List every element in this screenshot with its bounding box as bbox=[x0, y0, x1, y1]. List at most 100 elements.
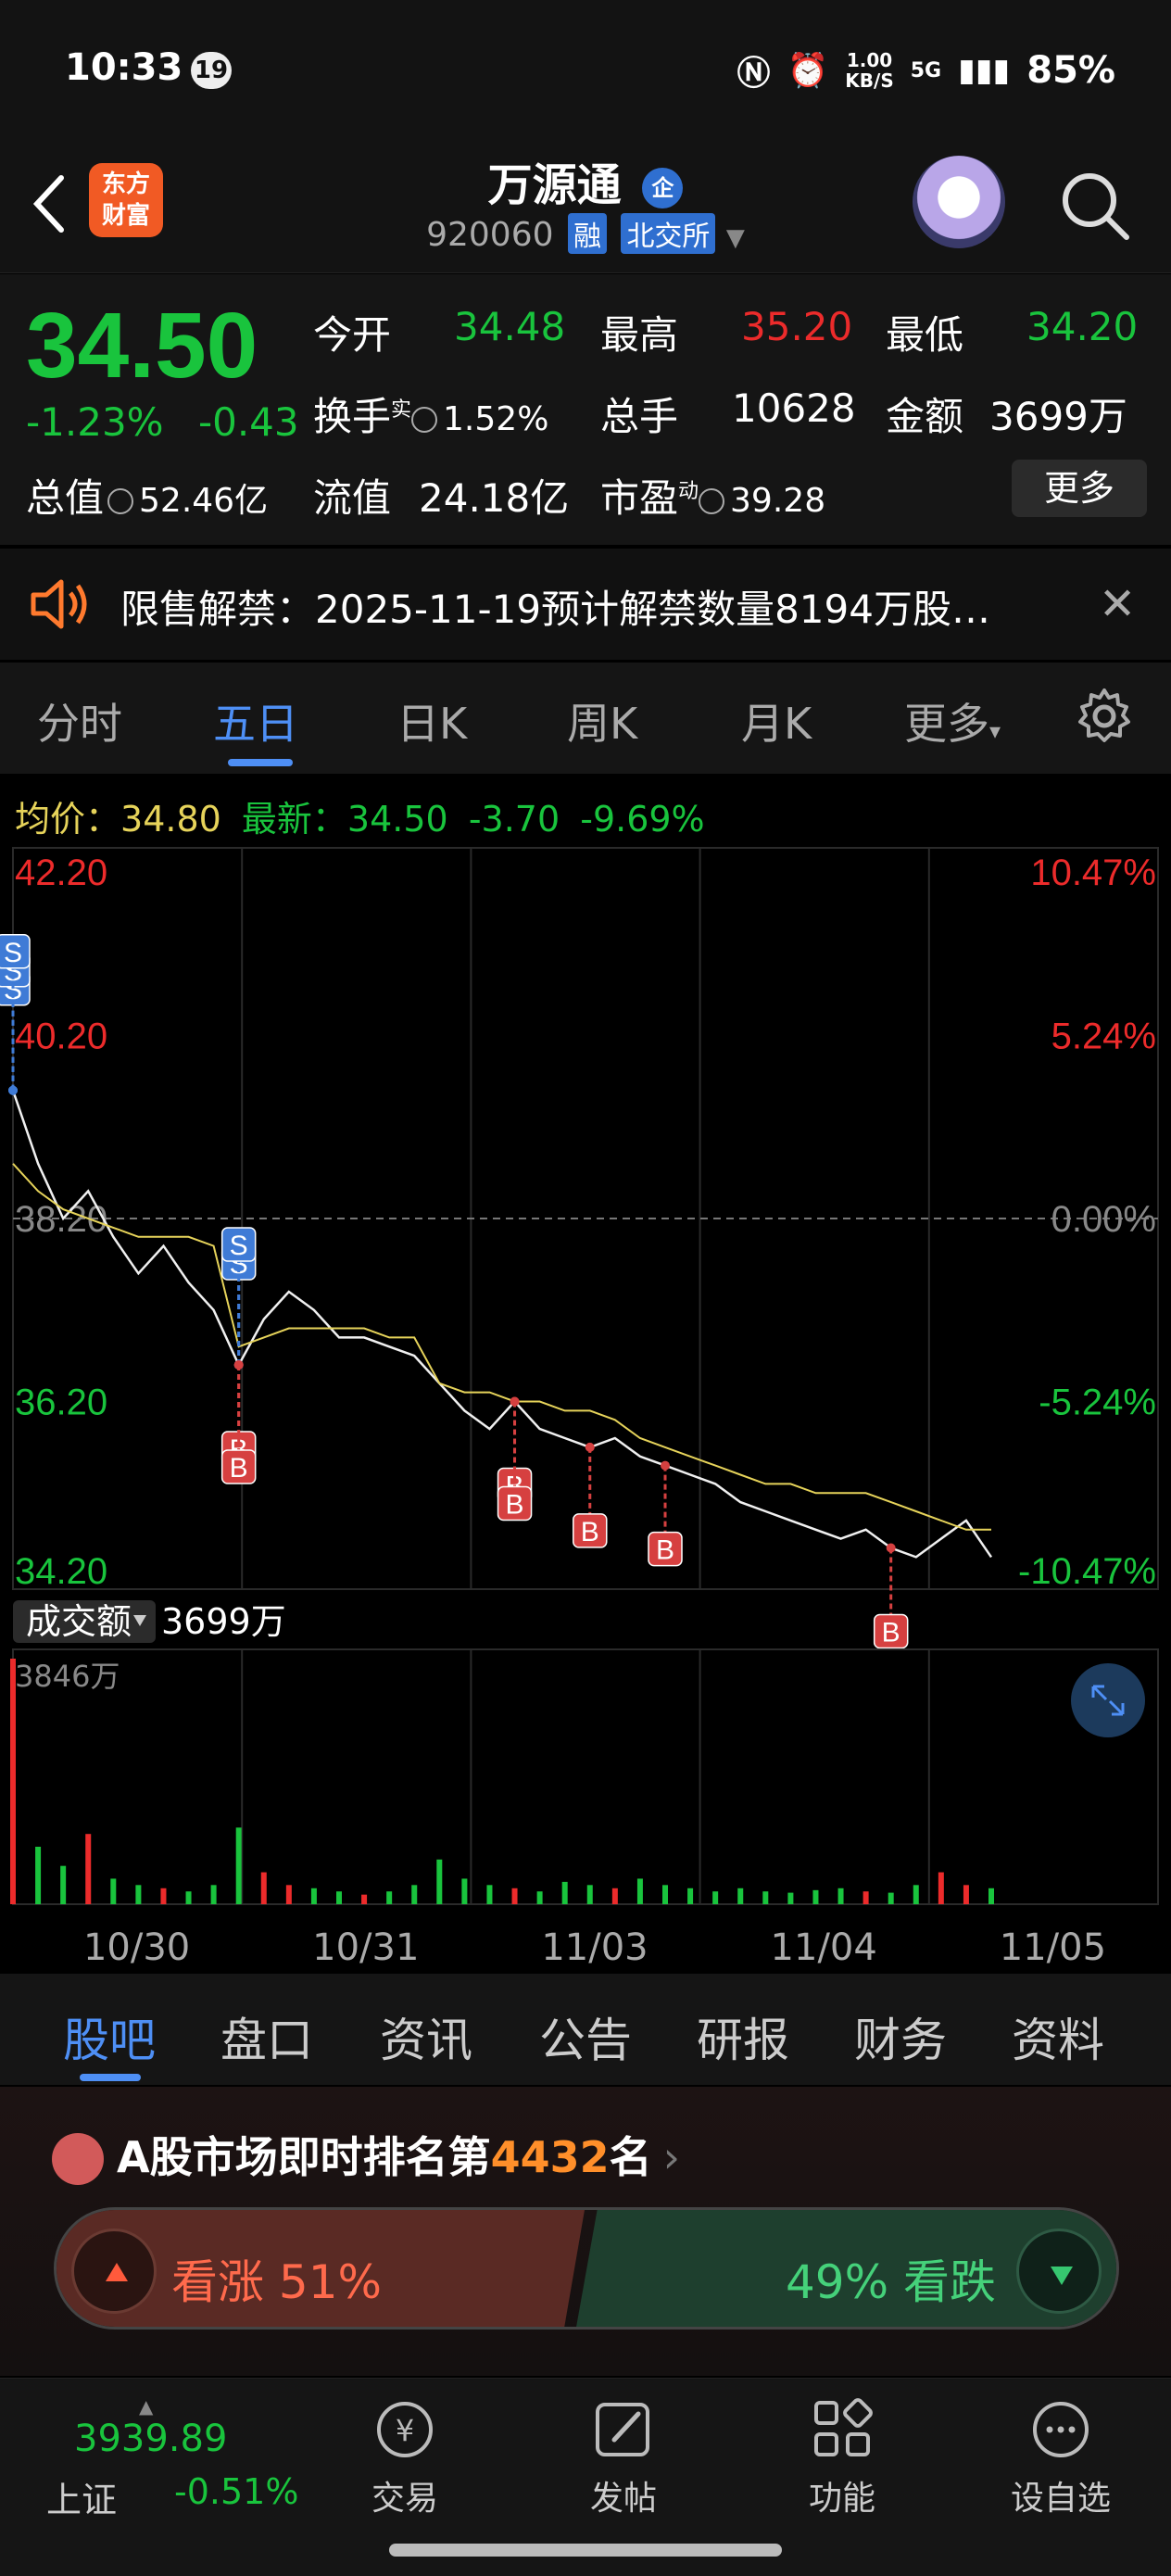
stock-header: 东方 财富 万源通 企 920060 融 北交所 ▼ bbox=[0, 139, 1171, 273]
volume-bar bbox=[160, 1888, 167, 1904]
volume-bar bbox=[938, 1872, 944, 1904]
rank-suffix: 名 bbox=[609, 2132, 652, 2182]
volume-bar bbox=[461, 1878, 468, 1904]
tab-daily-k[interactable]: 日K bbox=[397, 690, 467, 751]
buy-mark-label: B bbox=[581, 1517, 599, 1547]
info-icon bbox=[699, 487, 725, 514]
volume-bar bbox=[210, 1885, 217, 1904]
more-dots-icon bbox=[1033, 2402, 1089, 2457]
post-button[interactable]: 发帖 bbox=[554, 2397, 693, 2519]
features-button[interactable]: 功能 bbox=[773, 2397, 912, 2519]
volume-bar bbox=[361, 1894, 368, 1904]
volume-bar bbox=[10, 1659, 16, 1904]
x-tick-label: 11/04 bbox=[771, 1926, 877, 1969]
mktcap-value: 52.46亿 bbox=[139, 482, 269, 520]
home-indicator bbox=[389, 2544, 782, 2557]
current-price: 34.50 bbox=[26, 294, 258, 398]
notice-banner[interactable]: 限售解禁：2025-11-19预计解禁数量8194万股… ✕ bbox=[0, 549, 1171, 660]
dropdown-icon: ▼ bbox=[725, 224, 745, 252]
net-speed-unit: KB/S bbox=[845, 69, 894, 92]
tab-intraday[interactable]: 分时 bbox=[37, 690, 122, 751]
volume-bar bbox=[411, 1885, 418, 1904]
ranking-icon bbox=[52, 2133, 104, 2185]
notification-badge: 19 bbox=[191, 52, 232, 89]
price-chart-svg[interactable]: 42.20 40.20 38.20 36.20 34.20 10.47% 5.24% 0.00… bbox=[0, 839, 1171, 1971]
pe-row[interactable]: 市盈动 39.28 bbox=[600, 467, 825, 524]
volume-bar bbox=[386, 1891, 393, 1904]
tab-more-label: 更多 bbox=[904, 699, 989, 749]
mktcap-row[interactable]: 总值 52.46亿 bbox=[26, 467, 268, 524]
tab-research[interactable]: 研报 bbox=[697, 2003, 789, 2070]
info-icon bbox=[411, 406, 438, 433]
y-tick-left: 36.20 bbox=[15, 1383, 107, 1423]
latest-value: 34.50 bbox=[346, 799, 448, 840]
y-tick-right: 10.47% bbox=[1030, 852, 1156, 893]
volume-bar bbox=[662, 1885, 668, 1904]
vote-down-button[interactable] bbox=[1016, 2229, 1102, 2314]
status-icons: Ⓝ ⏰ 1.00 KB/S 5G ▮▮▮ 85% bbox=[737, 46, 1115, 95]
gear-icon[interactable] bbox=[1075, 687, 1134, 746]
trade-button[interactable]: ¥ 交易 bbox=[335, 2397, 474, 2519]
volume-bar bbox=[611, 1888, 618, 1904]
sell-mark-label: S bbox=[4, 938, 22, 968]
buy-mark-label: B bbox=[506, 1490, 524, 1521]
trade-label: 交易 bbox=[371, 2480, 438, 2518]
y-tick-left: 40.20 bbox=[15, 1017, 107, 1057]
search-icon bbox=[1063, 173, 1129, 240]
tab-weekly-k[interactable]: 周K bbox=[567, 690, 637, 751]
volume-value: 3699万 bbox=[161, 1601, 286, 1642]
watchlist-label: 设自选 bbox=[1010, 2480, 1111, 2518]
x-tick-label: 10/30 bbox=[83, 1926, 190, 1969]
volume-bar bbox=[888, 1892, 894, 1904]
more-button[interactable]: 更多 bbox=[1012, 460, 1147, 517]
x-tick-label: 10/31 bbox=[312, 1926, 419, 1969]
search-button[interactable] bbox=[1056, 167, 1134, 245]
close-icon[interactable]: ✕ bbox=[1099, 578, 1136, 630]
tab-five-day[interactable]: 五日 bbox=[213, 690, 298, 751]
latest-label: 最新： bbox=[241, 799, 347, 840]
tab-more[interactable]: 更多▾ bbox=[904, 690, 1001, 751]
high-value: 35.20 bbox=[741, 304, 853, 349]
info-icon bbox=[107, 487, 134, 514]
tab-forum[interactable]: 股吧 bbox=[63, 2003, 156, 2070]
volume-bar bbox=[486, 1885, 493, 1904]
net-speed: 1.00 KB/S bbox=[845, 50, 893, 91]
turnover-value: 1.52% bbox=[443, 400, 549, 438]
volume-bar bbox=[863, 1891, 869, 1904]
volume-bar bbox=[60, 1865, 67, 1904]
y-tick-right: -10.47% bbox=[1018, 1551, 1156, 1592]
amount-label: 金额 bbox=[886, 394, 964, 439]
high-label: 最高 bbox=[600, 312, 679, 358]
vote-up-button[interactable] bbox=[71, 2229, 157, 2314]
tab-news[interactable]: 资讯 bbox=[380, 2003, 472, 2070]
trade-mark-dot bbox=[886, 1543, 896, 1553]
tab-profile[interactable]: 资料 bbox=[1012, 2003, 1104, 2070]
tab-orderbook[interactable]: 盘口 bbox=[220, 2003, 313, 2070]
triangle-up-icon bbox=[106, 2263, 128, 2281]
index-value: 3939.89 bbox=[74, 2418, 228, 2460]
chart-tabs: 分时 五日 日K 周K 月K 更多▾ bbox=[0, 663, 1171, 774]
y-tick-right: -5.24% bbox=[1039, 1383, 1156, 1423]
y-tick-right: 5.24% bbox=[1051, 1017, 1156, 1057]
volume-bar bbox=[336, 1891, 342, 1904]
float-label: 流值 bbox=[313, 475, 392, 521]
tab-finance[interactable]: 财务 bbox=[854, 2003, 947, 2070]
tab-announcements[interactable]: 公告 bbox=[539, 2003, 632, 2070]
watchlist-button[interactable]: 设自选 bbox=[991, 2397, 1130, 2519]
y-tick-left: 34.20 bbox=[15, 1551, 107, 1592]
volume-bar bbox=[837, 1888, 844, 1904]
assistant-robot-icon[interactable] bbox=[913, 156, 1005, 248]
expand-icon[interactable] bbox=[1071, 1663, 1145, 1737]
open-label: 今开 bbox=[313, 312, 392, 358]
volume-bar bbox=[310, 1888, 317, 1904]
y-tick-right: 0.00% bbox=[1051, 1199, 1156, 1240]
volume-bar bbox=[110, 1878, 117, 1904]
five-day-chart[interactable]: 42.20 40.20 38.20 36.20 34.20 10.47% 5.24% 0.00… bbox=[0, 839, 1171, 1971]
volume-bar bbox=[135, 1885, 142, 1904]
turnover-label[interactable]: 换手实 1.52% bbox=[313, 385, 548, 442]
rank-text[interactable]: A股市场即时排名第4432名 › bbox=[117, 2124, 680, 2185]
tab-monthly-k[interactable]: 月K bbox=[741, 690, 812, 751]
active-section-indicator bbox=[80, 2074, 141, 2081]
volume-bar bbox=[687, 1888, 694, 1904]
avg-value: 34.80 bbox=[120, 799, 221, 840]
